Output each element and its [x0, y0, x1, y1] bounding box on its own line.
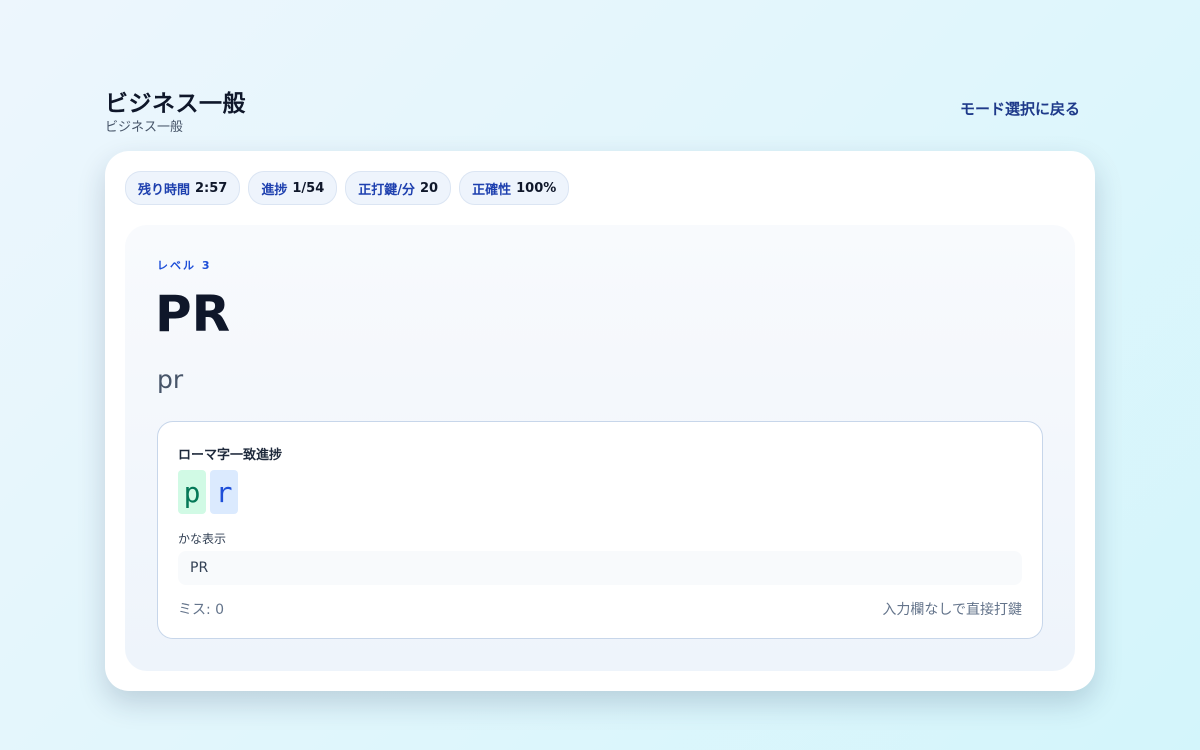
stats-bar: 残り時間 2:57 進捗 1/54 正打鍵/分 20 正確性 100% [125, 171, 570, 205]
stat-value: 1/54 [292, 180, 325, 196]
stat-label: 正打鍵/分 [358, 182, 416, 198]
stat-label: 進捗 [261, 182, 288, 198]
romaji-progress-box: ローマ字一致進捗 p r かな表示 PR ミス: 0 入力欄なしで直接打鍵 [157, 421, 1043, 639]
stat-value: 2:57 [195, 180, 228, 196]
stat-progress: 進捗 1/54 [248, 171, 338, 205]
stat-label: 残り時間 [138, 182, 191, 198]
target-reading: pr [157, 365, 184, 394]
kana-display-label: かな表示 [178, 532, 227, 546]
miss-count: ミス: 0 [178, 602, 225, 618]
stat-value: 20 [420, 180, 439, 196]
back-to-mode-select-link[interactable]: モード選択に戻る [960, 98, 1080, 119]
romaji-char-current: r [210, 470, 238, 514]
stat-time-remaining: 残り時間 2:57 [125, 171, 241, 205]
stat-label: 正確性 [472, 182, 512, 198]
stat-accuracy: 正確性 100% [459, 171, 570, 205]
level-label: レベル 3 [157, 259, 212, 272]
stat-value: 100% [516, 180, 557, 196]
kana-display-value: PR [190, 560, 209, 576]
direct-typing-hint: 入力欄なしで直接打鍵 [882, 602, 1022, 618]
prompt-panel: レベル 3 PR pr ローマ字一致進捗 p r かな表示 PR ミス: 0 入… [125, 225, 1075, 671]
kana-display-field: PR [178, 551, 1022, 585]
typing-card: 残り時間 2:57 進捗 1/54 正打鍵/分 20 正確性 100% レベル … [105, 151, 1095, 691]
page-subtitle: ビジネス一般 [105, 120, 184, 135]
romaji-progress-title: ローマ字一致進捗 [178, 448, 283, 463]
stat-correct-keys-per-minute: 正打鍵/分 20 [345, 171, 452, 205]
page-header: ビジネス一般 ビジネス一般 モード選択に戻る [105, 84, 1080, 135]
romaji-char-list: p r [178, 470, 238, 514]
page-title: ビジネス一般 [105, 91, 246, 117]
target-word: PR [155, 285, 231, 343]
romaji-char-typed: p [178, 470, 206, 514]
